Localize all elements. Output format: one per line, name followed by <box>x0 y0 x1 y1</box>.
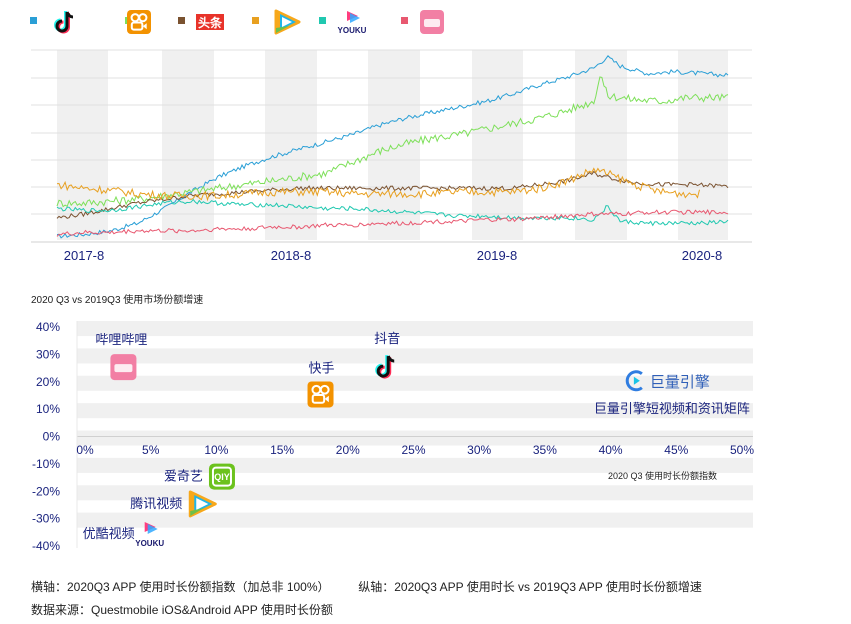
axis-notes: 横轴：2020Q3 APP 使用时长份额指数（加总非 100%） 纵轴：2020… <box>31 578 702 595</box>
x-tick-label: 20% <box>336 443 360 457</box>
bilibili-icon <box>110 354 137 381</box>
x-tick-label: 15% <box>270 443 294 457</box>
x-axis-note: 横轴：2020Q3 APP 使用时长份额指数（加总非 100%） <box>31 580 330 594</box>
iqiyi-icon: QIY <box>208 463 235 490</box>
scatter-point-kuaishou: 快手 <box>307 360 335 408</box>
scatter-chart: 2020 Q3 vs 2019Q3 使用市场份额增速 40% 30% 20% 10% 0… <box>31 293 754 553</box>
point-label: 优酷视频 <box>83 526 135 541</box>
brand-name: 巨量引擎 <box>650 374 710 391</box>
x-tick-label: 25% <box>401 443 425 457</box>
y-tick-label: 0% <box>43 430 61 444</box>
x-tick-label: 45% <box>664 443 688 457</box>
point-label: 腾讯视频 <box>130 496 182 511</box>
point-label: 哔哩哔哩 <box>95 332 147 347</box>
y-tick-label: -10% <box>32 457 60 471</box>
y-tick-label: -30% <box>32 512 60 526</box>
x-tick-label: 10% <box>204 443 228 457</box>
y-tick-label: -40% <box>32 539 60 553</box>
x-tick-label: 40% <box>599 443 623 457</box>
scatter-point-youku: YOUKU优酷视频 <box>83 522 164 548</box>
source-note: 数据来源：Questmobile iOS&Android APP 使用时长份额 <box>31 603 333 617</box>
background-band <box>77 321 753 337</box>
point-label: 巨量引擎短视频和资讯矩阵 <box>594 401 750 416</box>
background-band <box>77 348 753 364</box>
y-tick-label: 10% <box>36 402 60 416</box>
x-tick-label: 35% <box>533 443 557 457</box>
point-label: 快手 <box>309 360 335 375</box>
y-tick-label: 30% <box>36 347 60 361</box>
x-axis-label: 2020 Q3 使用时长份额指数 <box>608 470 717 481</box>
y-tick-label: -20% <box>32 484 60 498</box>
iqiyi-badge: QIY <box>214 472 230 482</box>
background-band <box>77 512 753 528</box>
y-tick-label: 40% <box>36 320 60 334</box>
y-axis-note: 纵轴：2020Q3 APP 使用时长 vs 2019Q3 APP 使用时长份额增… <box>358 580 702 594</box>
scatter-background-bands <box>76 321 753 548</box>
x-tick-label: 5% <box>142 443 160 457</box>
x-tick-label: 30% <box>467 443 491 457</box>
point-label: 抖音 <box>374 331 400 346</box>
point-label: 爱奇艺 <box>164 469 203 484</box>
y-axis-ticks: 40% 30% 20% 10% 0% -10% -20% -30% -40% <box>32 320 60 553</box>
y-tick-label: 20% <box>36 375 60 389</box>
scatter-title: 2020 Q3 vs 2019Q3 使用市场份额增速 <box>31 293 203 306</box>
kuaishou-icon <box>307 381 334 408</box>
x-tick-label: 0% <box>76 443 94 457</box>
youku-label: YOUKU <box>135 539 164 548</box>
x-tick-label: 50% <box>730 443 754 457</box>
